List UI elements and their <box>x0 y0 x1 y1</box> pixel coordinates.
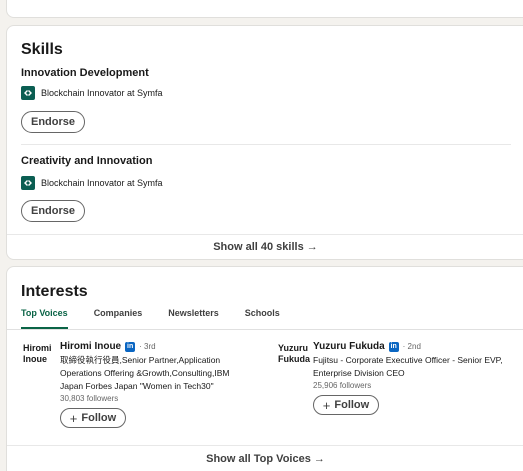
linkedin-badge-icon: in <box>388 341 399 352</box>
voice-followers: 30,803 followers <box>60 394 119 403</box>
interests-section: Interests Top Voices Companies Newslette… <box>6 266 523 471</box>
skill-source: Blockchain Innovator at Symfa <box>21 176 163 190</box>
skill-name-innovation-development[interactable]: Innovation Development <box>21 67 149 79</box>
avatar[interactable]: Yuzuru Fukuda <box>278 343 312 365</box>
top-voice-details: Yuzuru Fukuda in · 2nd Fujitsu - Corpora… <box>313 341 513 415</box>
divider <box>7 234 523 235</box>
previous-section-card <box>6 0 523 18</box>
tab-schools[interactable]: Schools <box>245 308 280 329</box>
company-logo-icon <box>21 176 35 190</box>
voice-name-row: Hiromi Inoue in · 3rd <box>60 341 250 352</box>
skills-section: Skills Innovation Development Blockchain… <box>6 25 523 260</box>
plus-icon: + <box>322 397 331 413</box>
linkedin-badge-icon: in <box>125 341 136 352</box>
voice-name[interactable]: Yuzuru Fukuda <box>313 341 385 352</box>
tab-companies[interactable]: Companies <box>94 308 143 329</box>
tab-newsletters[interactable]: Newsletters <box>168 308 219 329</box>
connection-degree: · 3rd <box>139 342 156 351</box>
follow-label: Follow <box>81 412 117 424</box>
tabs-divider <box>7 329 523 330</box>
company-logo-icon <box>21 86 35 100</box>
voice-name[interactable]: Hiromi Inoue <box>60 341 121 352</box>
interests-tabs: Top Voices Companies Newsletters Schools <box>21 308 306 329</box>
plus-icon: + <box>69 410 78 426</box>
follow-button[interactable]: + Follow <box>60 408 126 428</box>
voice-headline: Fujitsu - Corporate Executive Officer - … <box>313 355 503 378</box>
divider <box>7 445 523 446</box>
skill-source: Blockchain Innovator at Symfa <box>21 86 163 100</box>
skill-source-text: Blockchain Innovator at Symfa <box>41 88 163 98</box>
endorse-button[interactable]: Endorse <box>21 200 85 222</box>
avatar[interactable]: Hiromi Inoue <box>23 343 57 365</box>
tab-top-voices[interactable]: Top Voices <box>21 308 68 329</box>
show-all-top-voices-link[interactable]: Show all Top Voices → <box>7 453 523 465</box>
voice-headline: 取締役執行役員,Senior Partner,Application Opera… <box>60 355 230 391</box>
top-voice-details: Hiromi Inoue in · 3rd 取締役執行役員,Senior Par… <box>60 341 250 428</box>
voice-name-row: Yuzuru Fukuda in · 2nd <box>313 341 513 352</box>
skill-source-text: Blockchain Innovator at Symfa <box>41 178 163 188</box>
follow-label: Follow <box>334 399 370 411</box>
skill-name-creativity-and-innovation[interactable]: Creativity and Innovation <box>21 155 152 167</box>
voice-followers: 25,906 followers <box>313 381 372 390</box>
interests-title: Interests <box>21 283 88 300</box>
show-all-skills-link[interactable]: Show all 40 skills → <box>7 241 523 253</box>
connection-degree: · 2nd <box>402 342 421 351</box>
endorse-button[interactable]: Endorse <box>21 111 85 133</box>
skills-title: Skills <box>21 41 63 58</box>
divider <box>21 144 511 145</box>
follow-button[interactable]: + Follow <box>313 395 379 415</box>
